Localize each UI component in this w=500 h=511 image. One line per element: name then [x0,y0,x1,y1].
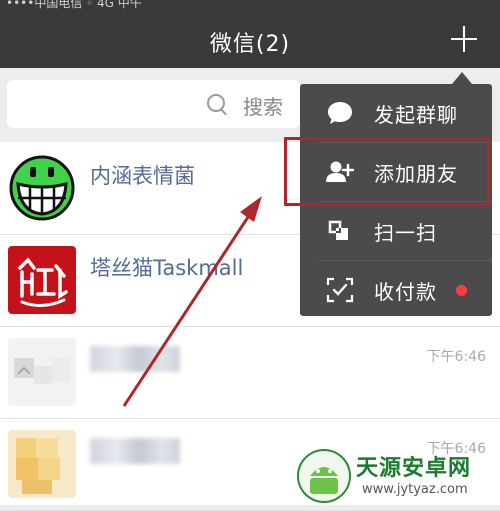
menu-item-label: 扫一扫 [374,221,437,245]
page-title: 微信(2) [209,32,291,57]
notification-badge [456,285,467,296]
watermark-title: 天源安卓网 [356,456,472,481]
search-icon [207,94,225,112]
chat-name: 塔丝猫Taskmall [90,256,244,280]
payment-scan-icon [326,277,354,303]
highlight-box [284,137,490,206]
status-text: ••••中国电信 ◦ 4G 中午 [6,0,142,10]
menu-item-label: 收付款 [374,280,437,304]
search-input[interactable]: 搜索 [7,80,300,128]
blurred-avatar [8,338,76,406]
grin-face-avatar [8,154,76,222]
watermark: 天源安卓网 www.jytyaz.com [292,444,500,505]
status-bar: ••••中国电信 ◦ 4G 中午 [0,0,500,12]
chat-name: 内涵表情菌 [90,164,195,188]
scan-icon [326,218,354,244]
blurred-chat-name [90,346,180,372]
chat-list-item[interactable]: 下午6:46 [0,326,500,419]
menu-caret [452,72,472,84]
menu-item-payment[interactable]: 收付款 [300,261,492,319]
menu-item-scan[interactable]: 扫一扫 [300,202,492,260]
chat-time: 下午6:46 [426,349,486,365]
plus-icon[interactable] [451,26,477,52]
menu-item-label: 发起群聊 [374,103,458,127]
chat-bubble-icon [326,100,354,126]
search-placeholder: 搜索 [243,95,283,119]
watermark-url: www.jytyaz.com [362,482,468,497]
taskmall-logo-avatar [8,246,76,314]
android-logo-icon [297,449,351,503]
menu-item-group-chat[interactable]: 发起群聊 [300,84,492,142]
nav-bar: 微信(2) [0,12,500,68]
blurred-chat-name [90,438,180,464]
blurred-avatar [8,430,76,498]
